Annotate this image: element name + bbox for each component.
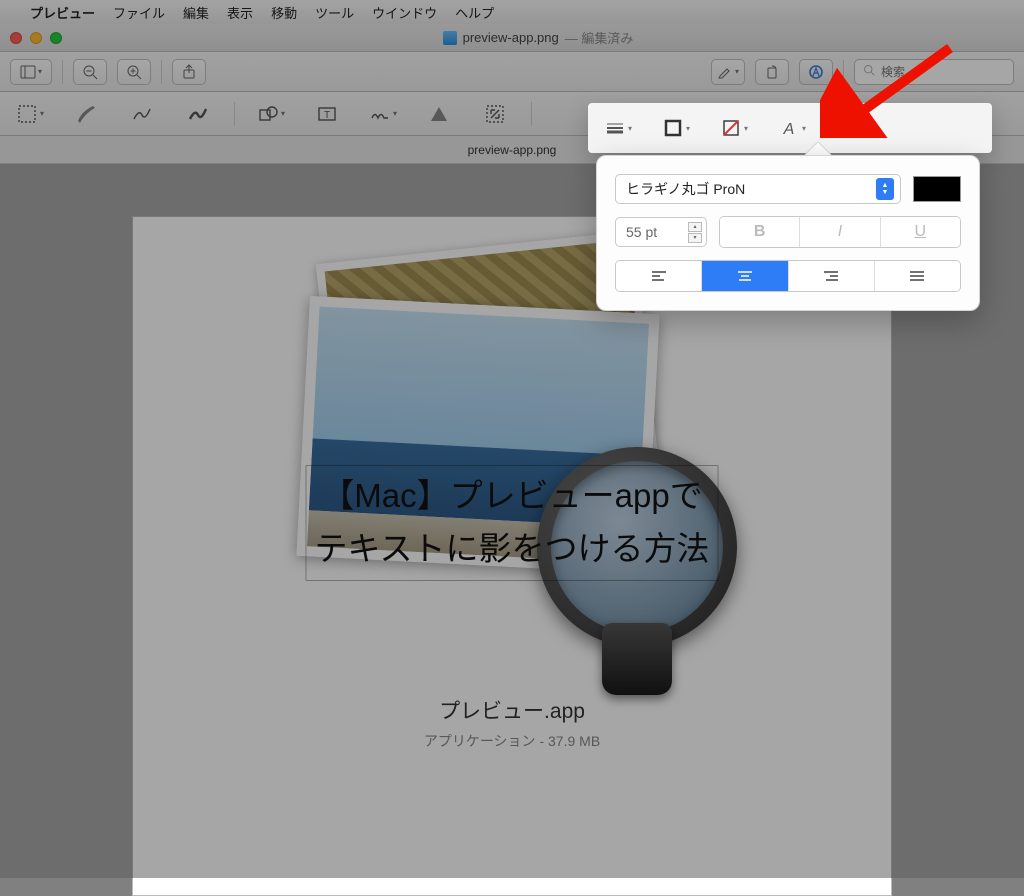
instant-alpha-button[interactable] [66, 100, 106, 128]
fill-color-button[interactable]: ▾ [716, 114, 752, 142]
menu-tools[interactable]: ツール [315, 3, 354, 22]
text-annotation[interactable]: 【Mac】プレビューappで テキストに影をつける方法 [305, 465, 718, 581]
document-icon [443, 31, 457, 45]
bold-button[interactable]: B [720, 217, 799, 247]
menu-window[interactable]: ウインドウ [372, 3, 437, 22]
window-minimize-button[interactable] [30, 32, 42, 44]
caption: プレビュー.app アプリケーション - 37.9 MB [133, 695, 891, 751]
font-family-value: ヒラギノ丸ゴ ProN [626, 179, 745, 199]
text-style-popover: ヒラギノ丸ゴ ProN ▲▼ 55 pt ▴▾ B I U [596, 155, 980, 311]
line-style-button[interactable]: ▾ [600, 114, 636, 142]
font-size-value: 55 pt [626, 224, 657, 240]
sketch-tool-button[interactable] [122, 100, 162, 128]
menu-view[interactable]: 表示 [227, 3, 253, 22]
font-size-stepper[interactable]: ▴▾ [688, 222, 702, 243]
adjust-color-button[interactable] [419, 100, 459, 128]
share-button[interactable] [172, 59, 206, 85]
menu-edit[interactable]: 編集 [183, 3, 209, 22]
text-line-1: 【Mac】プレビューappで [314, 470, 709, 523]
align-left-button[interactable] [616, 261, 701, 291]
window-edited-status: — 編集済み [565, 28, 634, 47]
sidebar-toggle-button[interactable]: ▾ [10, 59, 52, 85]
tab-label[interactable]: preview-app.png [468, 143, 557, 157]
zoom-in-button[interactable] [117, 59, 151, 85]
app-menu[interactable]: プレビュー [30, 3, 95, 22]
border-color-button[interactable]: ▾ [658, 114, 694, 142]
caption-name: プレビュー.app [133, 695, 891, 725]
selection-tool-button[interactable]: ▾ [10, 100, 50, 128]
window-title: preview-app.png [463, 30, 559, 45]
svg-text:A: A [783, 121, 795, 138]
text-line-2: テキストに影をつける方法 [314, 523, 709, 576]
caption-meta: アプリケーション - 37.9 MB [133, 731, 891, 751]
draw-tool-button[interactable] [178, 100, 218, 128]
stepper-icon: ▲▼ [876, 178, 894, 200]
text-style-button[interactable]: A▾ [774, 114, 810, 142]
traffic-lights [10, 32, 62, 44]
text-align-group [615, 260, 961, 292]
text-color-swatch[interactable] [913, 176, 961, 202]
menu-file[interactable]: ファイル [113, 3, 165, 22]
menu-go[interactable]: 移動 [271, 3, 297, 22]
sign-button[interactable]: ▾ [363, 100, 403, 128]
font-family-select[interactable]: ヒラギノ丸ゴ ProN ▲▼ [615, 174, 901, 204]
menu-help[interactable]: ヘルプ [455, 3, 494, 22]
shapes-button[interactable]: ▾ [251, 100, 291, 128]
window-close-button[interactable] [10, 32, 22, 44]
chevron-down-icon: ▾ [735, 67, 739, 76]
window-zoom-button[interactable] [50, 32, 62, 44]
align-justify-button[interactable] [874, 261, 960, 291]
annotation-arrow [820, 38, 960, 143]
adjust-size-button[interactable] [475, 100, 515, 128]
text-style-group: B I U [719, 216, 961, 248]
text-tool-button[interactable]: T [307, 100, 347, 128]
highlight-button[interactable]: ▾ [711, 59, 745, 85]
align-right-button[interactable] [788, 261, 874, 291]
chevron-down-icon: ▾ [38, 67, 42, 76]
font-size-field[interactable]: 55 pt ▴▾ [615, 217, 707, 247]
italic-button[interactable]: I [799, 217, 879, 247]
menu-bar: プレビュー ファイル 編集 表示 移動 ツール ウインドウ ヘルプ [0, 0, 1024, 24]
document: 【Mac】プレビューappで テキストに影をつける方法 プレビュー.app アプ… [132, 216, 892, 896]
zoom-out-button[interactable] [73, 59, 107, 85]
underline-button[interactable]: U [880, 217, 960, 247]
svg-text:T: T [324, 110, 330, 121]
align-center-button[interactable] [701, 261, 787, 291]
rotate-button[interactable] [755, 59, 789, 85]
